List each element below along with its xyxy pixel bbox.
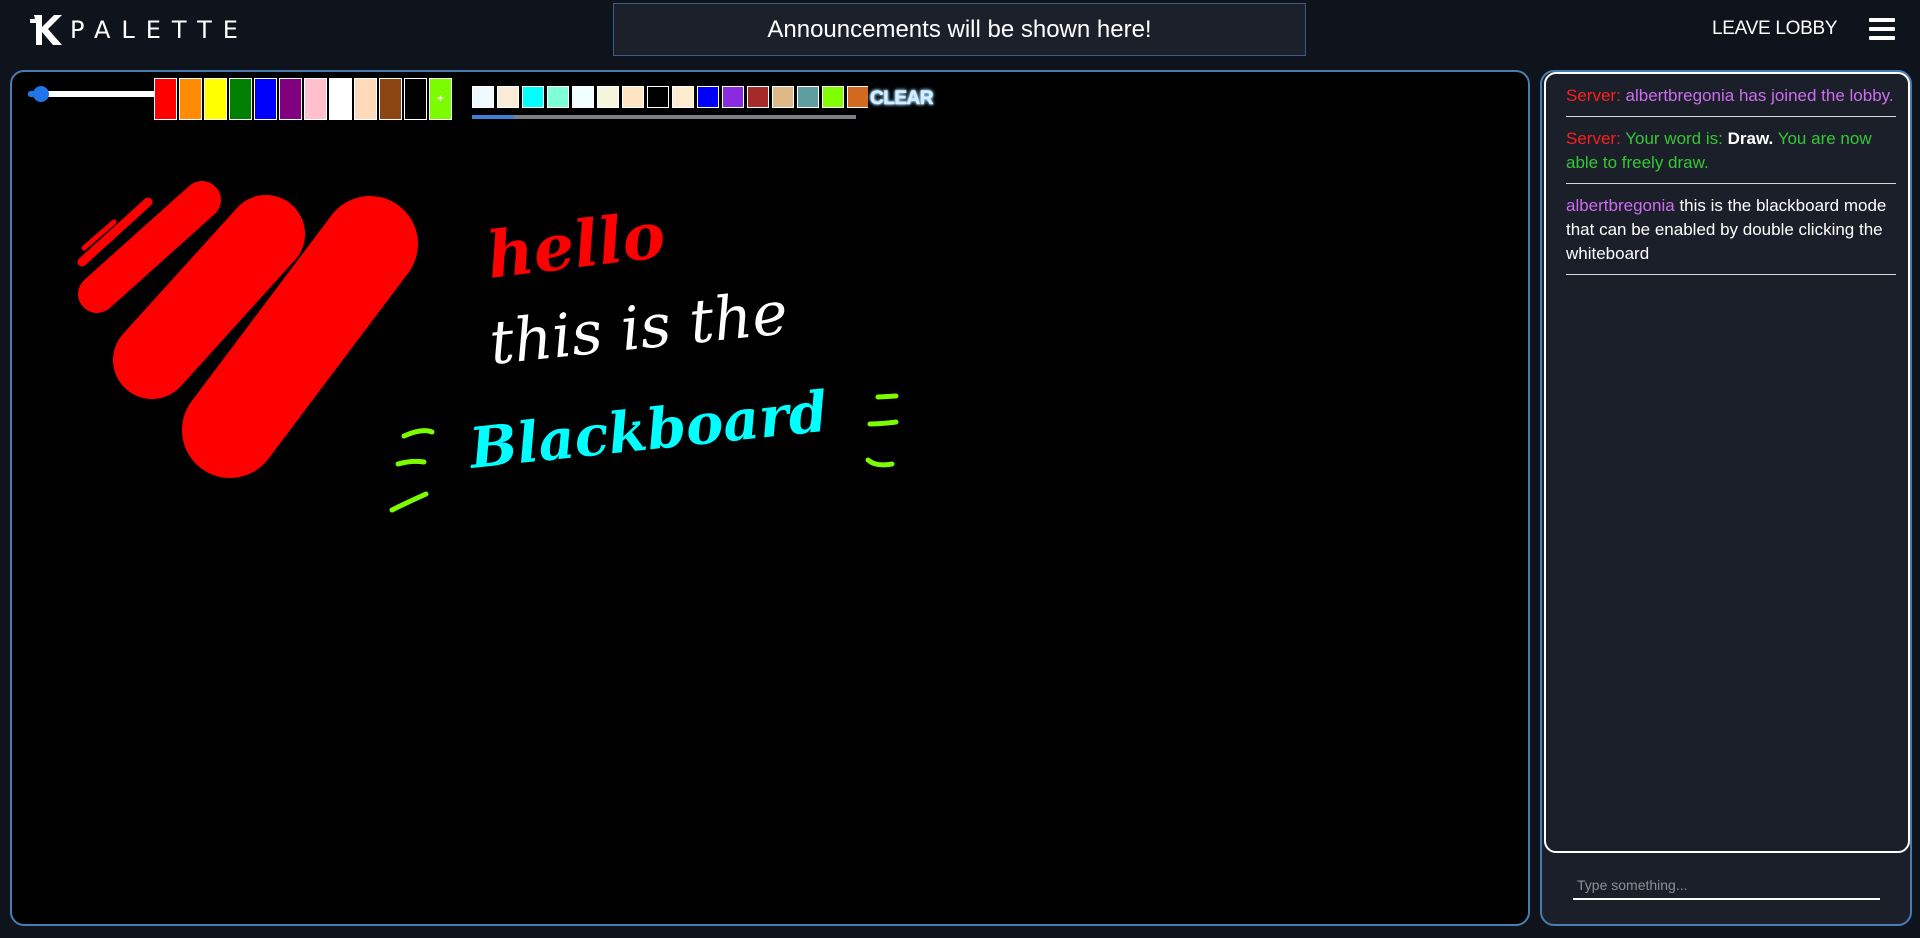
chat-message: albertbregonia this is the blackboard mo… [1566, 184, 1896, 275]
message-text: albertbregonia has joined the lobby. [1625, 86, 1894, 105]
drawn-text-hello: hello [483, 198, 669, 294]
message-sender: Server: [1566, 129, 1621, 148]
top-bar: PALETTE Announcements will be shown here… [0, 0, 1920, 60]
hamburger-menu-icon[interactable] [1869, 18, 1895, 40]
logo[interactable]: PALETTE [28, 12, 249, 48]
chat-message: Server: albertbregonia has joined the lo… [1566, 74, 1896, 117]
announcement-banner: Announcements will be shown here! [613, 3, 1306, 56]
drawing-strokes: hello this is the Blackboard [77, 181, 899, 513]
leave-lobby-button[interactable]: LEAVE LOBBY [1712, 18, 1838, 40]
message-word: Draw. [1727, 129, 1774, 148]
drawing-canvas[interactable]: + CLEAR hello this is the Blackboard [10, 70, 1530, 926]
message-sender: albertbregonia [1566, 196, 1675, 215]
chat-log[interactable]: Server: albertbregonia has joined the lo… [1544, 72, 1910, 853]
message-text: Your word is: [1625, 129, 1723, 148]
drawn-text-line2: this is the [486, 278, 791, 379]
drawn-text-blackboard: Blackboard [465, 379, 831, 482]
chat-input[interactable] [1573, 872, 1880, 900]
message-sender: Server: [1566, 86, 1621, 105]
chat-message: Server: Your word is: Draw. You are now … [1566, 117, 1896, 184]
palette-logo-icon [30, 15, 62, 45]
app-name: PALETTE [70, 16, 249, 44]
